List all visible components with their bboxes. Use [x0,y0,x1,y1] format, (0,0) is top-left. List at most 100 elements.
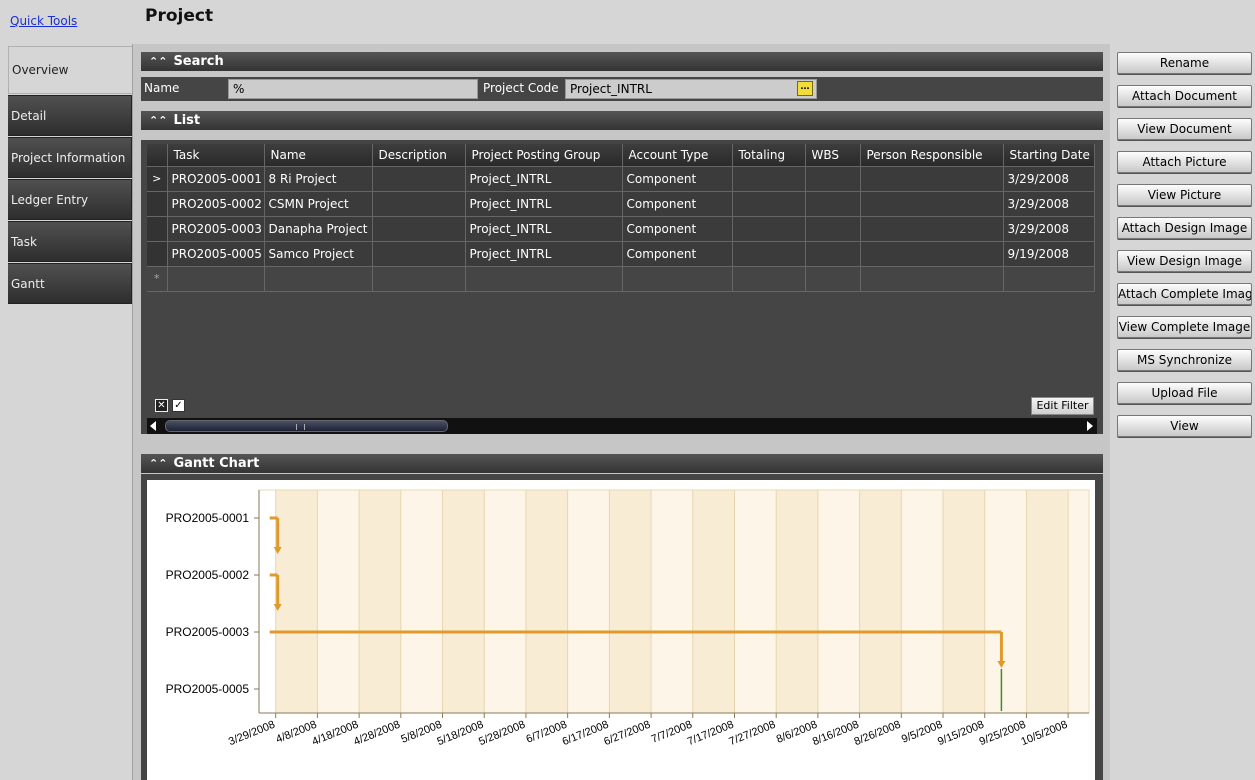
horizontal-scrollbar[interactable] [147,418,1097,434]
table-cell[interactable] [465,266,623,292]
table-cell[interactable] [732,266,806,292]
view-document-button[interactable]: View Document [1117,118,1252,140]
search-section-header[interactable]: ⌃⌃ Search [141,52,1103,71]
enable-filter-checkbox[interactable]: ✓ [172,399,185,412]
table-cell[interactable]: Project_INTRL [465,216,623,242]
table-cell[interactable] [732,216,806,242]
scroll-right-icon[interactable] [1087,421,1093,431]
table-cell[interactable] [860,191,1004,217]
table-cell[interactable]: PRO2005-0001 [167,166,265,192]
table-cell[interactable] [372,241,466,267]
table-cell[interactable] [805,241,861,267]
table-row[interactable]: PRO2005-0002 CSMN Project Project_INTRL … [147,191,1095,217]
tab-gantt[interactable]: Gantt [8,263,132,304]
row-selector[interactable] [147,216,168,242]
scroll-left-icon[interactable] [150,421,156,431]
table-cell[interactable] [372,216,466,242]
table-cell[interactable] [805,266,861,292]
table-cell[interactable]: Danapha Project [264,216,373,242]
column-header-wbs[interactable]: WBS [805,144,861,167]
table-cell[interactable] [860,216,1004,242]
tab-task[interactable]: Task [8,221,132,262]
table-cell[interactable]: 9/19/2008 [1003,241,1095,267]
table-cell[interactable]: 3/29/2008 [1003,216,1095,242]
current-row-indicator-icon[interactable]: > [147,166,168,192]
gantt-stripe [1026,490,1069,713]
table-cell[interactable] [732,241,806,267]
table-cell[interactable]: PRO2005-0003 [167,216,265,242]
table-cell[interactable] [372,191,466,217]
table-cell[interactable] [1003,266,1095,292]
attach-picture-button[interactable]: Attach Picture [1117,151,1252,173]
view-design-image-button[interactable]: View Design Image [1117,250,1252,272]
table-cell[interactable] [860,266,1004,292]
table-cell[interactable] [372,166,466,192]
table-cell[interactable] [167,266,265,292]
table-cell[interactable]: Component [622,241,733,267]
table-cell[interactable]: Project_INTRL [465,241,623,267]
column-header-name[interactable]: Name [264,144,373,167]
column-header-person-responsible[interactable]: Person Responsible [860,144,1004,167]
new-row[interactable]: * [147,266,1095,292]
ellipsis-icon[interactable]: … [797,81,813,96]
table-cell[interactable] [732,191,806,217]
table-cell[interactable]: Samco Project [264,241,373,267]
table-cell[interactable] [622,266,733,292]
upload-file-button[interactable]: Upload File [1117,382,1252,404]
collapse-chevron-icon[interactable]: ⌃⌃ [149,111,167,130]
tab-project-information[interactable]: Project Information [8,137,132,178]
column-header-account-type[interactable]: Account Type [622,144,733,167]
table-cell[interactable]: Component [622,191,733,217]
table-cell[interactable]: 3/29/2008 [1003,166,1095,192]
table-row[interactable]: > PRO2005-0001 8 Ri Project Project_INTR… [147,166,1095,192]
table-cell[interactable]: Project_INTRL [465,191,623,217]
collapse-chevron-icon[interactable]: ⌃⌃ [149,52,167,71]
table-cell[interactable]: Component [622,166,733,192]
column-header-posting-group[interactable]: Project Posting Group [465,144,623,167]
view-button[interactable]: View [1117,415,1252,437]
table-cell[interactable] [372,266,466,292]
table-cell[interactable]: Project_INTRL [465,166,623,192]
column-header-task[interactable]: Task [167,144,265,167]
tab-ledger-entry[interactable]: Ledger Entry [8,179,132,220]
name-input[interactable]: % [228,79,478,99]
column-header-starting-date[interactable]: Starting Date [1003,144,1095,167]
quick-tools-link[interactable]: Quick Tools [10,14,77,28]
row-selector[interactable] [147,191,168,217]
table-cell[interactable] [860,166,1004,192]
view-complete-image-button[interactable]: View Complete Image [1117,316,1252,338]
column-header-description[interactable]: Description [372,144,466,167]
table-cell[interactable] [860,241,1004,267]
table-cell[interactable]: PRO2005-0005 [167,241,265,267]
table-cell[interactable]: Component [622,216,733,242]
project-code-input[interactable]: Project_INTRL [565,79,817,99]
row-selector[interactable] [147,241,168,267]
gantt-section-header[interactable]: ⌃⌃ Gantt Chart [141,454,1103,473]
new-row-icon[interactable]: * [147,266,168,292]
table-cell[interactable] [805,166,861,192]
table-cell[interactable]: PRO2005-0002 [167,191,265,217]
table-cell[interactable]: CSMN Project [264,191,373,217]
scrollbar-thumb[interactable] [165,420,448,432]
list-section-header[interactable]: ⌃⌃ List [141,111,1103,130]
attach-complete-image-button[interactable]: Attach Complete Image [1117,283,1252,305]
table-cell[interactable] [732,166,806,192]
attach-document-button[interactable]: Attach Document [1117,85,1252,107]
rename-button[interactable]: Rename [1117,52,1252,74]
tab-detail[interactable]: Detail [8,95,132,136]
clear-filter-icon[interactable]: ✕ [155,399,168,412]
column-header-totaling[interactable]: Totaling [732,144,806,167]
attach-design-image-button[interactable]: Attach Design Image [1117,217,1252,239]
table-row[interactable]: PRO2005-0005 Samco Project Project_INTRL… [147,241,1095,267]
edit-filter-button[interactable]: Edit Filter [1031,397,1094,415]
collapse-chevron-icon[interactable]: ⌃⌃ [149,454,167,473]
table-cell[interactable] [264,266,373,292]
ms-synchronize-button[interactable]: MS Synchronize [1117,349,1252,371]
table-row[interactable]: PRO2005-0003 Danapha Project Project_INT… [147,216,1095,242]
tab-overview[interactable]: Overview [8,46,132,94]
table-cell[interactable]: 8 Ri Project [264,166,373,192]
table-cell[interactable] [805,191,861,217]
view-picture-button[interactable]: View Picture [1117,184,1252,206]
table-cell[interactable]: 3/29/2008 [1003,191,1095,217]
table-cell[interactable] [805,216,861,242]
